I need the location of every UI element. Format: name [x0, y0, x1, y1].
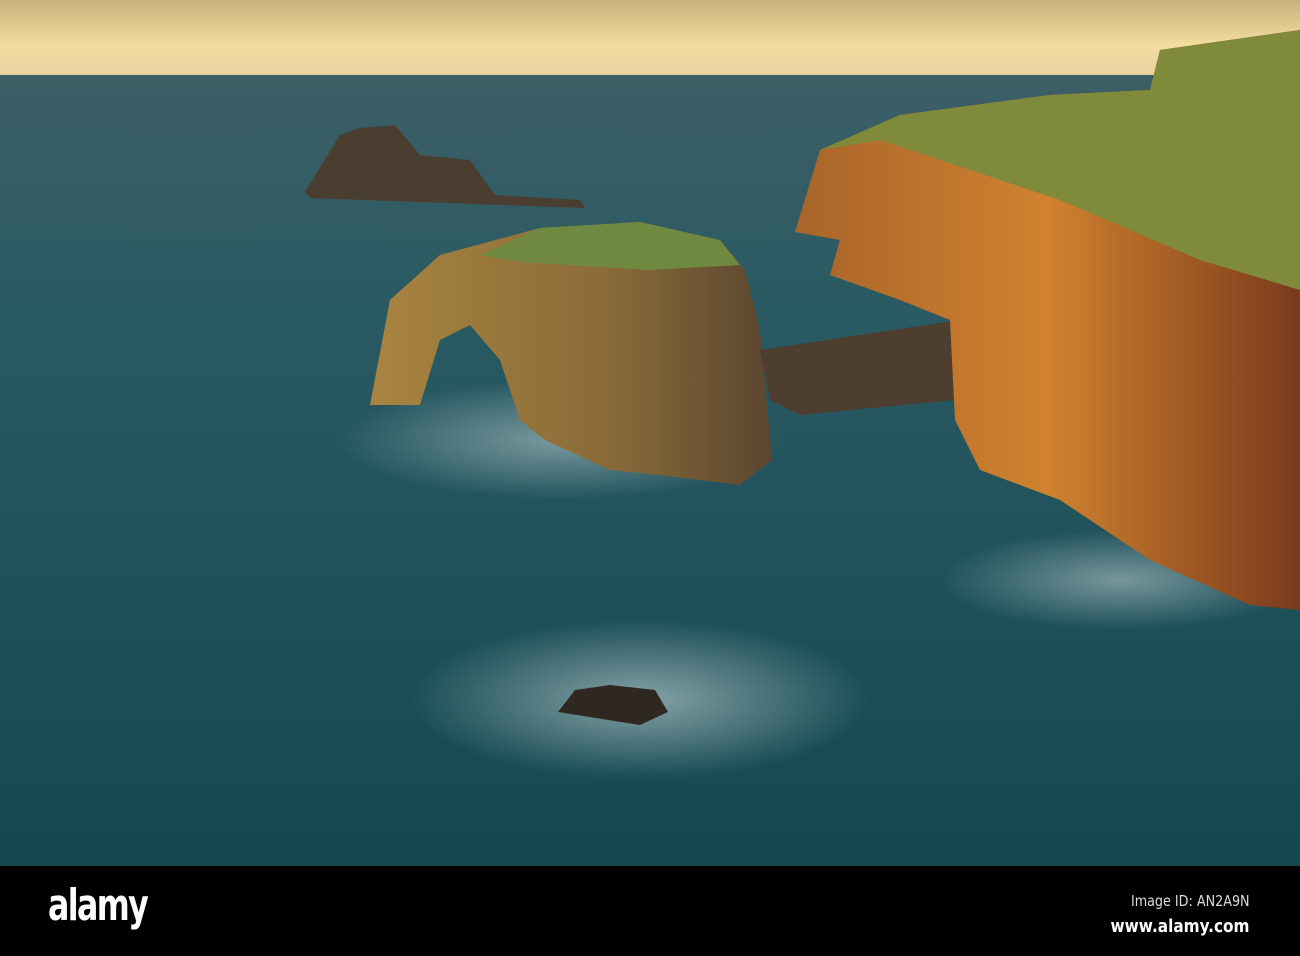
image-id-label: Image ID: AN2A9N [1131, 892, 1250, 910]
site-url: www.alamy.com [1111, 916, 1250, 937]
sky [0, 0, 1300, 75]
watermark-bar: alamy Image ID: AN2A9N www.alamy.com [0, 866, 1300, 956]
coastal-photo [0, 0, 1300, 866]
alamy-logo: alamy [48, 880, 149, 931]
stock-photo-page: alamy Image ID: AN2A9N www.alamy.com [0, 0, 1300, 956]
